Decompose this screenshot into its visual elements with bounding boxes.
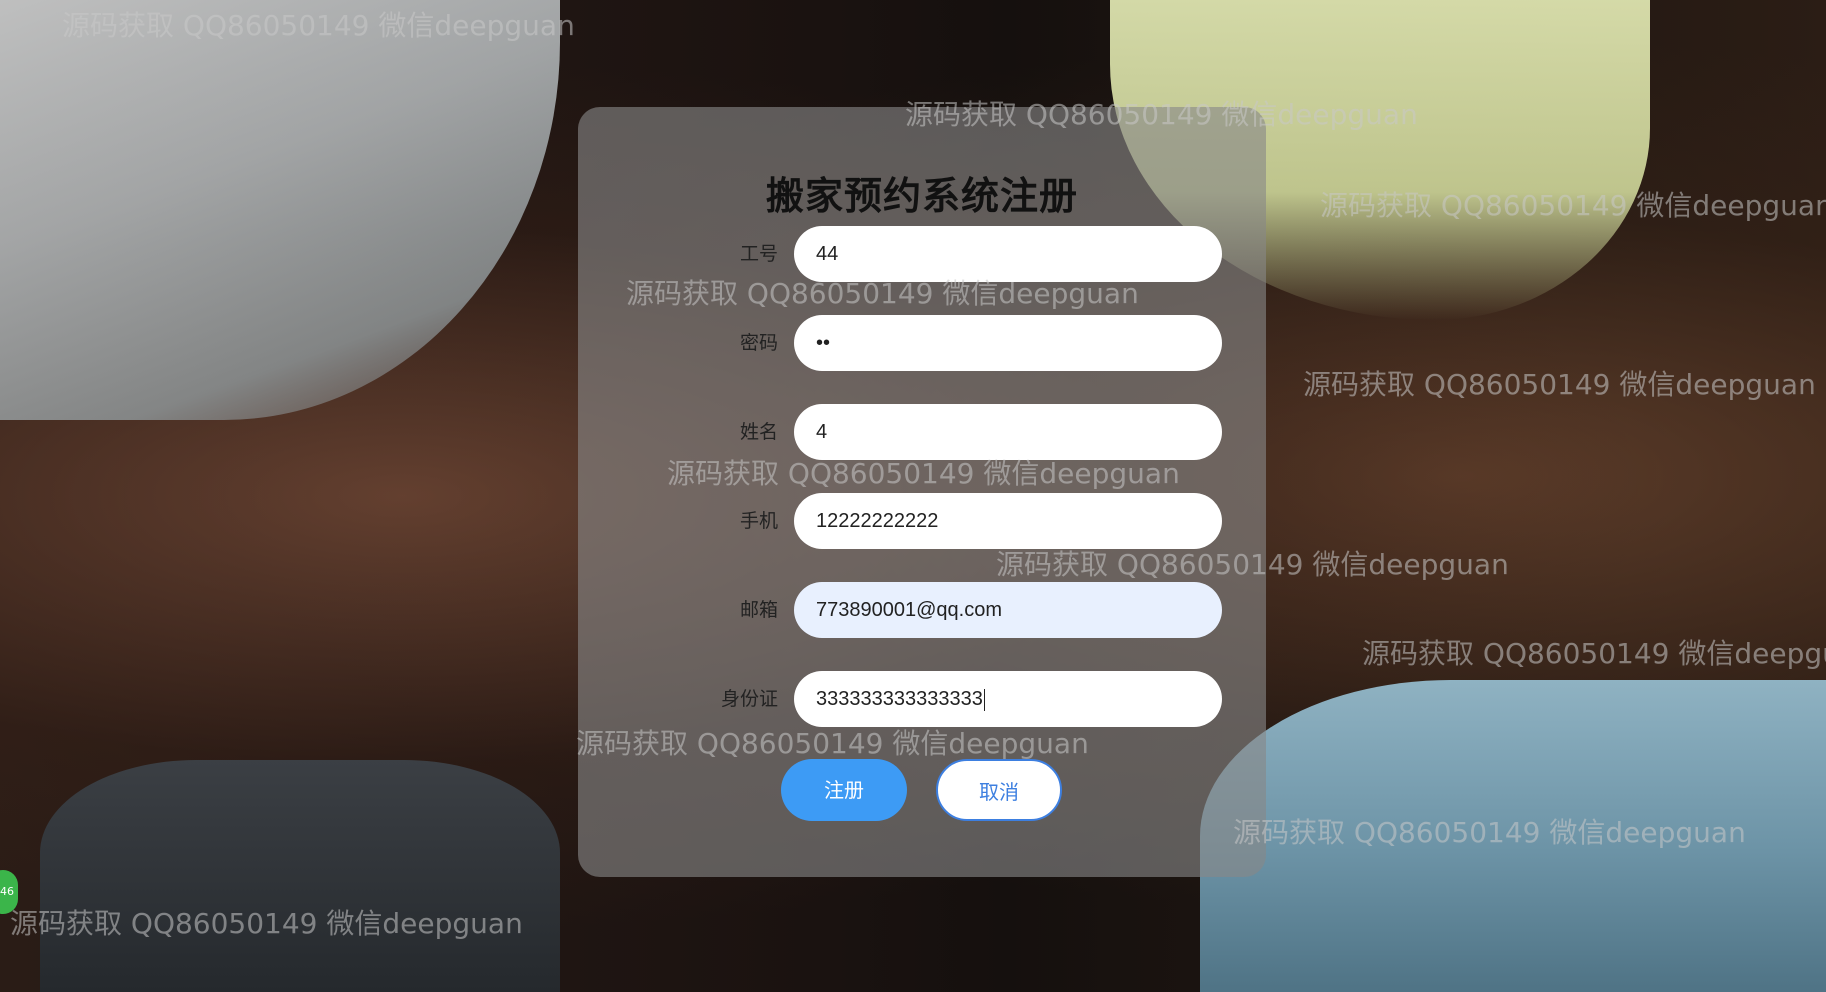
floating-badge[interactable]: 46 xyxy=(0,870,18,914)
form-row-email: 邮箱 773890001@qq.com xyxy=(578,582,1266,638)
form-row-name: 姓名 4 xyxy=(578,404,1266,460)
phone-label: 手机 xyxy=(739,510,778,532)
register-card: 搬家预约系统注册 工号 44 密码 •• 姓名 4 手机 12222222222… xyxy=(578,107,1266,877)
cancel-button[interactable]: 取消 xyxy=(936,759,1062,821)
background-jeans-left xyxy=(40,760,560,992)
page-background: 搬家预约系统注册 工号 44 密码 •• 姓名 4 手机 12222222222… xyxy=(0,0,1826,992)
background-photo-left xyxy=(0,0,560,420)
watermark: 源码获取 QQ86050149 微信deepguan xyxy=(1320,189,1826,222)
form-row-employee-id: 工号 44 xyxy=(578,226,1266,282)
page-title: 搬家预约系统注册 xyxy=(765,174,1078,218)
employee-id-label: 工号 xyxy=(739,243,778,265)
watermark: 源码获取 QQ86050149 微信deepguan xyxy=(62,9,575,42)
watermark: 源码获取 QQ86050149 微信deepguan xyxy=(1233,816,1746,849)
watermark: 源码获取 QQ86050149 微信deepguan xyxy=(1303,368,1816,401)
form-row-id-card: 身份证 333333333333333 xyxy=(578,671,1266,727)
password-input[interactable]: •• xyxy=(794,315,1222,371)
phone-input[interactable]: 12222222222 xyxy=(794,493,1222,549)
id-card-value: 333333333333333 xyxy=(816,688,983,710)
email-input[interactable]: 773890001@qq.com xyxy=(794,582,1222,638)
name-label: 姓名 xyxy=(739,421,778,443)
employee-id-input[interactable]: 44 xyxy=(794,226,1222,282)
form-row-phone: 手机 12222222222 xyxy=(578,493,1266,549)
password-label: 密码 xyxy=(739,332,778,354)
watermark: 源码获取 QQ86050149 微信deepguan xyxy=(1362,637,1826,670)
text-caret xyxy=(983,688,985,711)
form-row-password: 密码 •• xyxy=(578,315,1266,371)
watermark: 源码获取 QQ86050149 微信deepguan xyxy=(10,907,523,940)
name-input[interactable]: 4 xyxy=(794,404,1222,460)
background-jeans-right xyxy=(1200,680,1826,992)
register-button[interactable]: 注册 xyxy=(781,759,907,821)
id-card-input[interactable]: 333333333333333 xyxy=(794,671,1222,727)
email-label: 邮箱 xyxy=(739,599,778,621)
id-card-label: 身份证 xyxy=(720,688,778,710)
